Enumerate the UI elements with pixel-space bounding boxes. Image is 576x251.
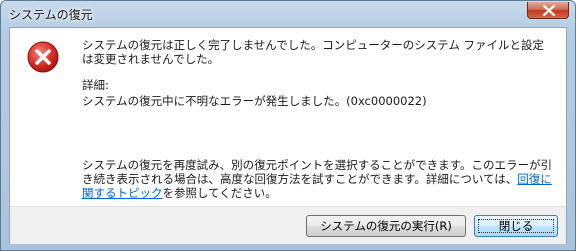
close-icon (542, 5, 556, 16)
run-system-restore-button[interactable]: システムの復元の実行(R) (306, 215, 466, 237)
window-close-button[interactable] (527, 2, 569, 19)
focus-rectangle (478, 219, 554, 233)
dialog-window: システムの復元 システムの復元は正しく完了しませんでした。コンピューターのシステ… (0, 0, 576, 251)
window-title: システムの復元 (9, 8, 93, 22)
button-bar: システムの復元の実行(R) 閉じる (10, 206, 566, 244)
hint-text-after: を参照してください。 (162, 186, 277, 200)
dialog-content: システムの復元は正しく完了しませんでした。コンピューターのシステム ファイルと設… (9, 27, 567, 244)
error-icon (27, 41, 59, 73)
details-label: 詳細: (82, 78, 109, 92)
title-bar[interactable]: システムの復元 (1, 1, 575, 27)
close-button[interactable]: 閉じる (474, 215, 558, 237)
main-message: システムの復元は正しく完了しませんでした。コンピューターのシステム ファイルと設… (82, 38, 545, 66)
hint-message: システムの復元を再度試み、別の復元ポイントを選択することができます。このエラーが… (82, 158, 552, 200)
hint-text-before: システムの復元を再度試み、別の復元ポイントを選択することができます。このエラーが… (82, 158, 552, 186)
details-text: システムの復元中に不明なエラーが発生しました。(0xc0000022) (82, 94, 427, 108)
